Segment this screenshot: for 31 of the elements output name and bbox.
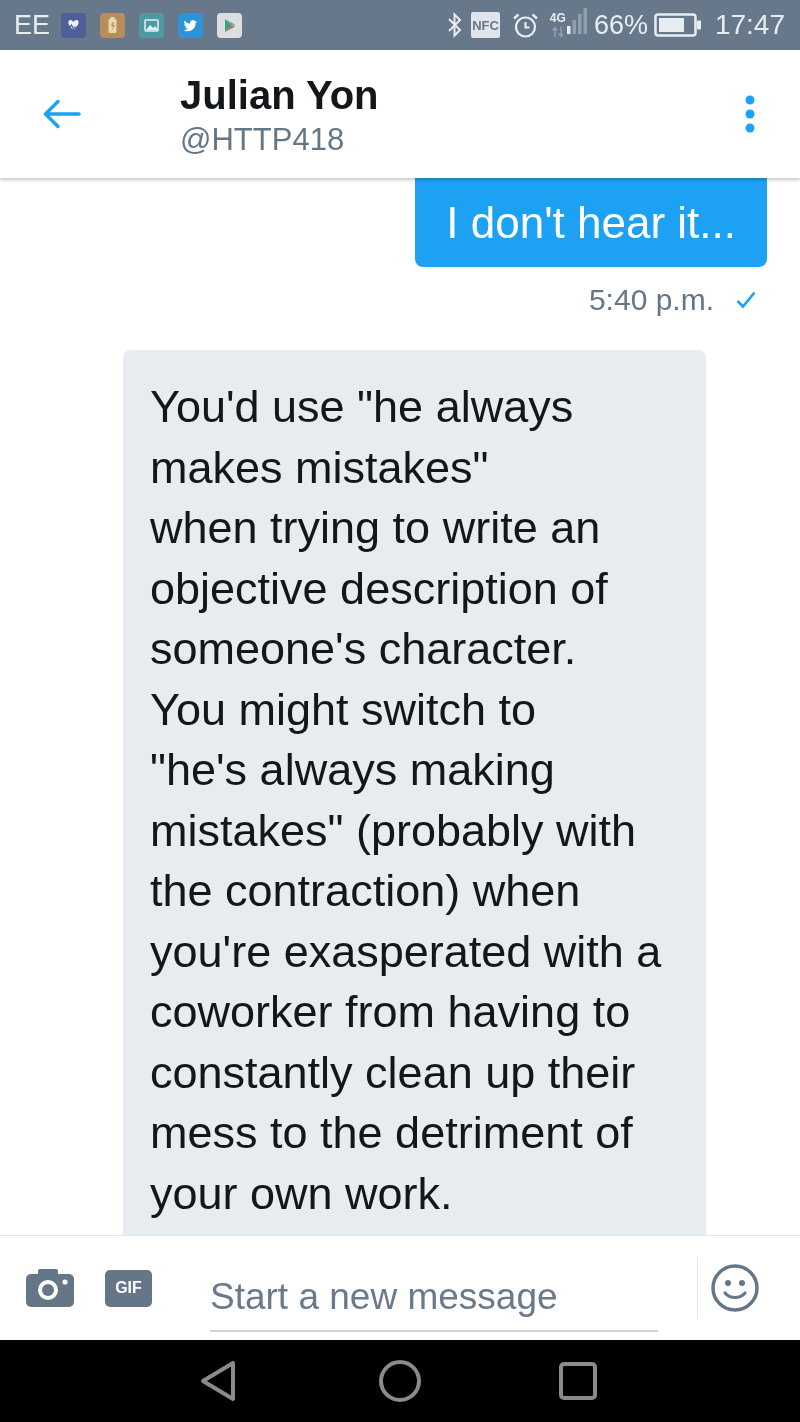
battery-app-icon	[100, 12, 126, 38]
more-options-icon	[745, 95, 755, 133]
data-arrows-icon	[551, 26, 564, 38]
network-type-label: 4G	[549, 12, 566, 24]
contact-name: Julian Yon	[180, 72, 379, 119]
nfc-badge: NFC	[471, 12, 500, 38]
contact-handle: @HTTP418	[180, 121, 346, 159]
message-time: 5:40 p.m.	[588, 285, 714, 315]
gif-button[interactable]: GIF	[105, 1269, 152, 1307]
square-recents-icon	[559, 1362, 597, 1400]
smiley-icon	[711, 1264, 759, 1312]
camera-icon	[26, 1269, 74, 1307]
bird-app-icon	[178, 12, 204, 38]
triangle-back-icon	[199, 1360, 237, 1402]
camera-button[interactable]	[26, 1268, 74, 1308]
play-app-icon	[217, 12, 243, 38]
circle-home-icon	[379, 1360, 421, 1402]
carrier-label: EE	[14, 11, 51, 39]
gallery-app-icon	[139, 12, 165, 38]
sent-message: I don't hear it...	[415, 178, 767, 267]
signal-icon	[566, 7, 587, 34]
received-message: You'd use "he always makes mistakes" when trying to write an objective description of someone's character. You might switch to "he's always making mistakes" (probably with the contraction) when you're exasperated with a coworker from having to constantly clean up their mess to the detriment of your own work.	[123, 350, 706, 1235]
alarm-icon	[511, 11, 539, 39]
bluetooth-icon	[447, 12, 464, 38]
battery-percent: 66%	[593, 11, 648, 39]
clock-time: 17:47	[714, 11, 785, 39]
emoji-button[interactable]	[710, 1263, 760, 1313]
back-arrow-icon	[43, 99, 81, 129]
heart-rate-app-icon	[61, 12, 87, 38]
battery-icon	[653, 13, 702, 37]
message-input[interactable]: Start a new message	[210, 1264, 658, 1332]
